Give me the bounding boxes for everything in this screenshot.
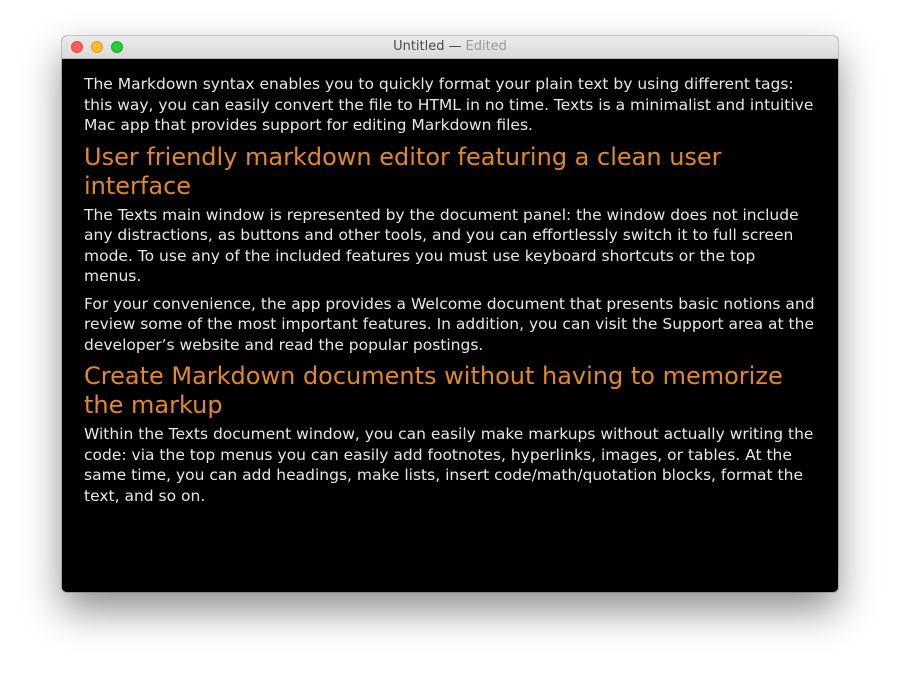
- paragraph-markups: Within the Texts document window, you ca…: [84, 425, 814, 505]
- title-bar[interactable]: Untitled — Edited: [62, 36, 838, 59]
- heading-user-friendly: User friendly markdown editor featuring …: [84, 142, 722, 200]
- paragraph-main-window: The Texts main window is represented by …: [84, 205, 799, 286]
- heading-create-markdown: Create Markdown documents without having…: [84, 362, 783, 419]
- app-window: Untitled — Edited The Markdown syntax enab…: [62, 36, 838, 592]
- paragraph-convenience: For your convenience, the app provides a…: [84, 294, 815, 354]
- document-editor[interactable]: The Markdown syntax enables you to quick…: [62, 59, 838, 592]
- document-name: Untitled: [393, 39, 445, 54]
- edited-status: Edited: [465, 39, 507, 54]
- window-title: Untitled — Edited: [62, 36, 838, 58]
- paragraph-intro: The Markdown syntax enables you to quick…: [84, 75, 814, 134]
- title-separator: —: [448, 39, 462, 54]
